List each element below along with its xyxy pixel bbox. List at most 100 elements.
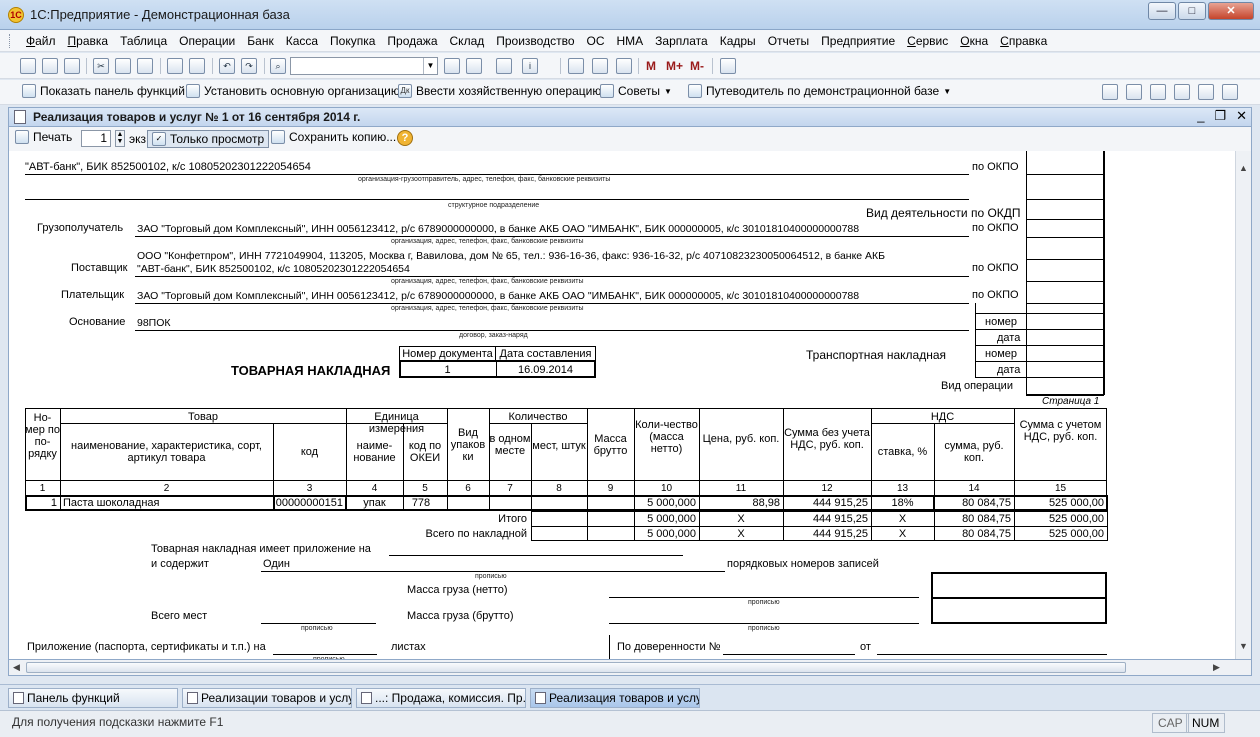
panel-icon-6[interactable] <box>1222 84 1238 100</box>
minimize-button[interactable]: — <box>1148 2 1176 20</box>
menu-edit[interactable]: Правка <box>66 34 111 48</box>
menu-service[interactable]: Сервис <box>905 34 950 48</box>
window-titlebar: 1С 1С:Предприятие - Демонстрационная баз… <box>0 0 1260 30</box>
menu-cash[interactable]: Касса <box>284 34 320 48</box>
copies-stepper[interactable]: ▲ ▼ <box>115 130 125 147</box>
number-label-1: номер <box>985 316 1017 328</box>
save-copy-button[interactable]: Сохранить копию... <box>271 130 396 144</box>
scroll-up-icon[interactable]: ▲ <box>1239 163 1248 173</box>
tab-sales-list[interactable]: Реализации товаров и услуг <box>182 688 352 708</box>
calendar-icon[interactable] <box>592 58 608 74</box>
row-vat: 80 084,75 <box>962 497 1011 509</box>
redo-icon[interactable]: ↷ <box>241 58 257 74</box>
menu-fixed-assets[interactable]: ОС <box>585 34 607 48</box>
memory-m-button[interactable]: M <box>646 59 656 73</box>
paste-icon[interactable] <box>137 58 153 74</box>
open-folder-icon[interactable] <box>42 58 58 74</box>
scroll-right-icon[interactable]: ▶ <box>1213 662 1220 673</box>
vertical-scrollbar[interactable]: ▲ ▼ <box>1235 151 1252 659</box>
scroll-left-icon[interactable]: ◀ <box>13 662 20 673</box>
itogo-sum: 444 915,25 <box>812 513 868 525</box>
row-price: 88,98 <box>752 497 780 509</box>
tips-icon <box>600 84 614 98</box>
colnum: 7 <box>507 483 513 494</box>
panel-icon-5[interactable] <box>1198 84 1214 100</box>
enter-operation-button[interactable]: Дк Ввести хозяйственную операцию <box>398 84 601 98</box>
panel-tab-icon <box>13 692 24 704</box>
menu-operations[interactable]: Операции <box>177 34 237 48</box>
date-label-1: дата <box>997 332 1021 344</box>
tools-icon[interactable] <box>720 58 736 74</box>
menu-bank[interactable]: Банк <box>245 34 275 48</box>
panel-icon-3[interactable] <box>1150 84 1166 100</box>
scroll-thumb[interactable] <box>26 662 1126 673</box>
horizontal-scrollbar[interactable]: ◀ ▶ <box>8 659 1252 676</box>
menu-sales[interactable]: Продажа <box>385 34 439 48</box>
panel-icon-4[interactable] <box>1174 84 1190 100</box>
cut-icon[interactable]: ✂ <box>93 58 109 74</box>
search-input[interactable]: ▼ <box>290 57 438 75</box>
copies-input[interactable]: 1 <box>81 130 111 147</box>
net-label: Масса груза (нетто) <box>407 584 508 596</box>
close-button[interactable]: ✕ <box>1208 2 1254 20</box>
menu-table[interactable]: Таблица <box>118 34 169 48</box>
panel-icon-2[interactable] <box>1126 84 1142 100</box>
view-only-toggle[interactable]: ✓ Только просмотр <box>147 130 270 148</box>
panel-icon-1[interactable] <box>1102 84 1118 100</box>
doc-restore-button[interactable]: ❐ <box>1214 108 1226 124</box>
info-icon[interactable]: i <box>522 58 538 74</box>
print-button[interactable]: Печать <box>15 130 72 144</box>
doc-date-header: Дата составления <box>499 348 592 360</box>
search-icon[interactable]: ⌕ <box>270 58 286 74</box>
chevron-down-icon[interactable]: ▼ <box>423 58 437 74</box>
menu-file[interactable]: Файл <box>24 34 58 48</box>
h-rate: ставка, % <box>877 446 928 458</box>
guide-button[interactable]: Путеводитель по демонстрационной базе ▼ <box>688 84 951 98</box>
menu-salary[interactable]: Зарплата <box>653 34 710 48</box>
users-icon[interactable] <box>616 58 632 74</box>
find-prev-icon[interactable] <box>466 58 482 74</box>
doc-minimize-button[interactable]: _ <box>1197 108 1204 124</box>
menu-warehouse[interactable]: Склад <box>448 34 487 48</box>
memory-plus-button[interactable]: M+ <box>666 59 683 73</box>
help-icon[interactable]: ? <box>397 130 413 146</box>
undo-icon[interactable]: ↶ <box>219 58 235 74</box>
vsego-total: 525 000,00 <box>1048 528 1104 540</box>
row-unit: упак <box>363 497 386 509</box>
colnum: 13 <box>896 483 909 494</box>
maximize-button[interactable]: □ <box>1178 2 1206 20</box>
menu-intangibles[interactable]: НМА <box>615 34 646 48</box>
menu-help[interactable]: Справка <box>998 34 1049 48</box>
menu-hr[interactable]: Кадры <box>718 34 758 48</box>
menu-reports[interactable]: Отчеты <box>766 34 811 48</box>
functions-panel-icon <box>22 84 36 98</box>
find-next-icon[interactable] <box>444 58 460 74</box>
windows-icon[interactable] <box>496 58 512 74</box>
show-functions-button[interactable]: Показать панель функций <box>22 84 185 98</box>
grip-handle[interactable] <box>9 34 12 48</box>
new-document-icon[interactable] <box>20 58 36 74</box>
save-icon[interactable] <box>64 58 80 74</box>
scroll-down-icon[interactable]: ▼ <box>1239 641 1248 651</box>
set-org-button[interactable]: Установить основную организацию <box>186 84 400 98</box>
menu-purchase[interactable]: Покупка <box>328 34 377 48</box>
calculator-icon[interactable] <box>568 58 584 74</box>
menu-production[interactable]: Производство <box>494 34 576 48</box>
print-icon[interactable] <box>167 58 183 74</box>
tips-button[interactable]: Советы ▼ <box>600 84 672 98</box>
colnum: 9 <box>607 483 614 494</box>
doc-date-value: 16.09.2014 <box>517 364 574 376</box>
attach-label: Товарная накладная имеет приложение на <box>151 543 371 555</box>
memory-minus-button[interactable]: M- <box>690 59 704 73</box>
doc-close-button[interactable]: ✕ <box>1236 108 1247 124</box>
document-titlebar: Реализация товаров и услуг № 1 от 16 сен… <box>8 107 1252 127</box>
copy-icon[interactable] <box>115 58 131 74</box>
menu-enterprise[interactable]: Предприятие <box>819 34 897 48</box>
menu-windows[interactable]: Окна <box>958 34 990 48</box>
tab-commission[interactable]: ...: Продажа, комиссия. Пр... <box>356 688 526 708</box>
tab-functions-panel[interactable]: Панель функций <box>8 688 178 708</box>
print-preview-icon[interactable] <box>189 58 205 74</box>
tab-current-document[interactable]: Реализация товаров и услу... <box>530 688 700 708</box>
caption-consignee: организация, адрес, телефон, факс, банко… <box>391 238 584 245</box>
printed-form: "АВТ-банк", БИК 852500102, к/с 108052023… <box>8 151 1235 659</box>
